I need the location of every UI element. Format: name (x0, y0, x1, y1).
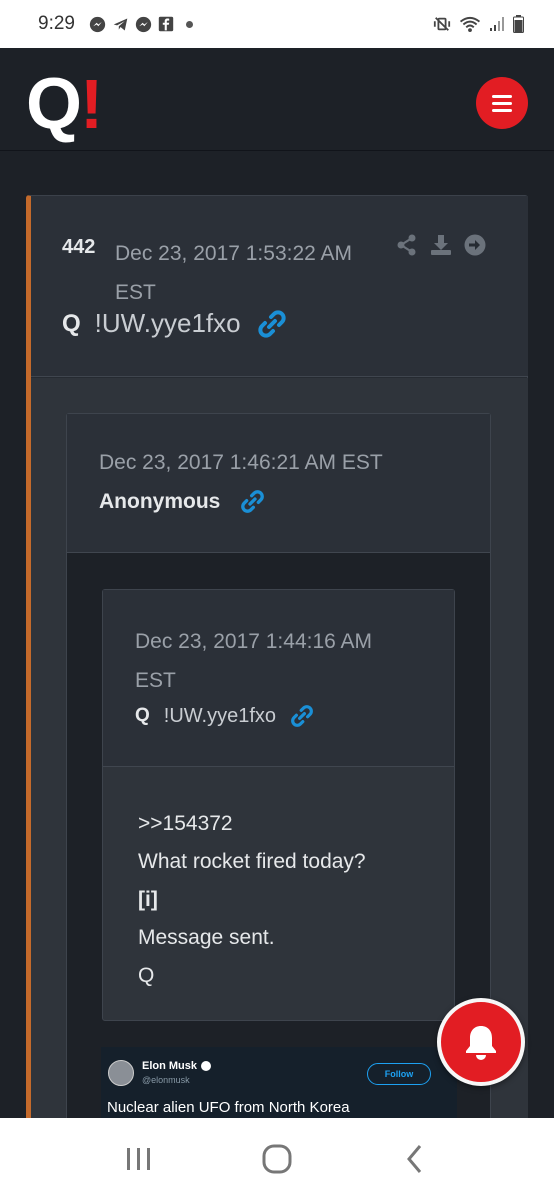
status-time: 9:29 (38, 13, 75, 34)
recent-apps-icon (127, 1148, 150, 1170)
verified-badge-icon (201, 1061, 212, 1071)
nested-post-header: Dec 23, 2017 1:44:16 AM EST Q !UW.yye1fx… (103, 590, 454, 767)
post-text-line: Q (138, 964, 155, 987)
link-icon[interactable] (290, 704, 314, 728)
nested-post-text: >>154372 What rocket fired today? [i] Me… (138, 805, 366, 995)
post-reference-link[interactable]: >>154372 (138, 805, 366, 843)
recent-apps-button[interactable] (109, 1134, 169, 1184)
signal-icon (490, 17, 504, 31)
post-header: 442 Dec 23, 2017 1:53:22 AM EST Q !UW.yy… (31, 196, 528, 377)
link-icon[interactable] (240, 489, 265, 514)
messenger-icon (89, 16, 106, 32)
quoted-post: Dec 23, 2017 1:46:21 AM EST Anonymous De… (66, 413, 491, 1118)
wifi-icon (459, 16, 481, 32)
back-icon (407, 1145, 422, 1173)
tweet-handle: @elonmusk (142, 1075, 190, 1085)
system-navigation-bar (0, 1118, 554, 1200)
share-icon[interactable] (396, 234, 418, 256)
author-q: Q (62, 309, 81, 337)
tweet-follow-button: Follow (367, 1063, 431, 1085)
bell-icon (466, 1026, 496, 1060)
link-icon[interactable] (257, 309, 287, 339)
mute-vibrate-icon (433, 17, 451, 31)
quoted-post-author: Anonymous (99, 489, 265, 514)
notification-button[interactable] (437, 998, 525, 1086)
hamburger-icon (492, 94, 512, 98)
post-date: Dec 23, 2017 1:53:22 AM EST (115, 242, 352, 304)
nested-post-author: Q !UW.yye1fxo (135, 704, 314, 728)
logo-mark: ! (80, 65, 104, 143)
post-number[interactable]: 442 (62, 236, 95, 259)
nested-post-date: Dec 23, 2017 1:44:16 AM EST (135, 630, 372, 692)
tweet-author-name: Elon Musk (142, 1060, 198, 1072)
notification-icons (89, 16, 193, 33)
tripcode: !UW.yye1fxo (94, 308, 241, 338)
home-icon (262, 1144, 292, 1174)
post-text-line: Message sent. (138, 926, 275, 949)
system-icons (433, 15, 524, 33)
menu-button[interactable] (476, 77, 528, 129)
facebook-icon (158, 16, 174, 32)
battery-icon (513, 15, 524, 33)
more-notifications-dot (185, 20, 193, 28)
quoted-post-date: Dec 23, 2017 1:46:21 AM EST (99, 451, 383, 474)
app-header: Q ! (0, 48, 554, 151)
status-bar: 9:29 (0, 0, 554, 48)
post-actions (396, 234, 486, 256)
tweet-author-row: Elon Musk (142, 1060, 212, 1072)
author-anonymous: Anonymous (99, 489, 221, 513)
download-icon[interactable] (430, 234, 452, 256)
arrow-right-circle-icon[interactable] (464, 234, 486, 256)
home-button[interactable] (247, 1134, 307, 1184)
tripcode: !UW.yye1fxo (163, 704, 277, 727)
back-button[interactable] (385, 1134, 445, 1184)
post-text-line: What rocket fired today? (138, 850, 366, 873)
site-logo[interactable]: Q ! (26, 64, 104, 144)
nested-quoted-post: Dec 23, 2017 1:44:16 AM EST Q !UW.yye1fx… (102, 589, 455, 1021)
tweet-text: Nuclear alien UFO from North Korea (107, 1099, 350, 1116)
tweet-image[interactable]: Elon Musk @elonmusk Follow Nuclear alien… (101, 1047, 457, 1118)
logo-letter: Q (26, 64, 82, 144)
author-q: Q (135, 705, 150, 726)
post-author: Q !UW.yye1fxo (62, 308, 287, 339)
main-content[interactable]: 442 Dec 23, 2017 1:53:22 AM EST Q !UW.yy… (0, 152, 554, 1118)
messenger-icon (135, 16, 152, 32)
post-text-line: [i] (138, 888, 158, 911)
telegram-icon (113, 18, 128, 30)
quoted-post-header: Dec 23, 2017 1:46:21 AM EST Anonymous (67, 414, 490, 553)
avatar (108, 1060, 134, 1086)
post-card: 442 Dec 23, 2017 1:53:22 AM EST Q !UW.yy… (26, 195, 528, 1118)
